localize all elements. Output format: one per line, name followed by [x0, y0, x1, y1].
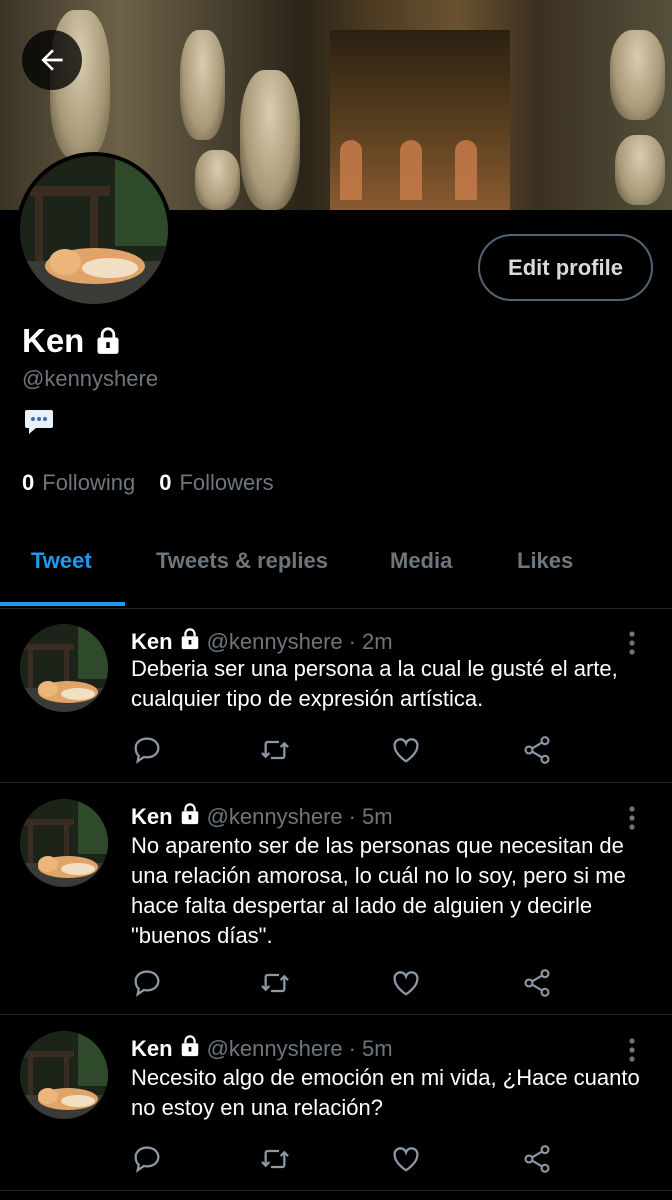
- tweet-author-name: Ken: [131, 804, 173, 829]
- speech-bubble-emoji: [24, 408, 54, 441]
- tweet-text: No aparento ser de las personas que nece…: [131, 833, 626, 948]
- retweet-icon[interactable]: [259, 734, 291, 766]
- arrow-left-icon: [41, 49, 63, 71]
- profile-name-row: Ken: [22, 322, 122, 360]
- reply-icon[interactable]: [131, 967, 163, 999]
- banner-statue: [615, 135, 665, 205]
- tweet-actions: [131, 1143, 571, 1175]
- profile-handle: @kennyshere: [22, 366, 159, 391]
- heart-icon[interactable]: [390, 734, 422, 766]
- banner-window: [340, 140, 362, 200]
- banner-statue: [180, 30, 225, 140]
- tweet-separator: ·: [348, 1036, 356, 1061]
- tweet-separator: ·: [348, 629, 356, 654]
- tweet-author-handle: @kennyshere: [206, 804, 343, 829]
- active-tab-indicator: [0, 602, 125, 606]
- tweet-avatar[interactable]: [20, 624, 108, 712]
- followers-count: 0: [159, 470, 172, 495]
- banner-statue: [195, 150, 240, 210]
- share-icon[interactable]: [521, 1143, 553, 1175]
- profile-stats: 0 Following 0 Followers: [22, 470, 274, 496]
- banner-statue: [240, 70, 300, 210]
- tab-tweet[interactable]: Tweet: [31, 548, 92, 574]
- tweet-author-name: Ken: [131, 629, 173, 654]
- more-vertical-icon[interactable]: [620, 803, 644, 833]
- tweet-header: Ken @kennyshere · 5m: [131, 803, 393, 831]
- lock-icon: [179, 628, 201, 656]
- lock-icon: [97, 327, 119, 354]
- more-vertical-icon[interactable]: [620, 1035, 644, 1065]
- tweet-item[interactable]: Ken @kennyshere · 5m Necesito algo de em…: [0, 1015, 672, 1191]
- profile-name: Ken: [22, 322, 85, 359]
- tweet-text: Deberia ser una persona a la cual le gus…: [131, 656, 618, 711]
- tweet-header: Ken @kennyshere · 2m: [131, 628, 393, 656]
- tweet-author-name: Ken: [131, 1036, 173, 1061]
- following-link[interactable]: 0 Following: [22, 470, 135, 496]
- reply-icon[interactable]: [131, 1143, 163, 1175]
- heart-icon[interactable]: [390, 1143, 422, 1175]
- tweet-header: Ken @kennyshere · 5m: [131, 1035, 393, 1063]
- tab-tweets-replies[interactable]: Tweets & replies: [156, 548, 328, 574]
- banner-statue: [610, 30, 665, 120]
- reply-icon[interactable]: [131, 734, 163, 766]
- tweet-avatar[interactable]: [20, 1031, 108, 1119]
- following-count: 0: [22, 470, 35, 495]
- back-button[interactable]: [22, 30, 82, 90]
- tweet-time: 2m: [361, 629, 393, 654]
- tweet-time: 5m: [361, 804, 393, 829]
- banner-window: [400, 140, 422, 200]
- cat-photo: [20, 156, 168, 304]
- followers-link[interactable]: 0 Followers: [159, 470, 273, 496]
- tweet-item[interactable]: Ken @kennyshere · 5m No aparento ser de …: [0, 783, 672, 1015]
- tab-media[interactable]: Media: [390, 548, 452, 574]
- edit-profile-button[interactable]: Edit profile: [478, 234, 653, 301]
- following-label: Following: [42, 470, 136, 495]
- share-icon[interactable]: [521, 734, 553, 766]
- heart-icon[interactable]: [390, 967, 422, 999]
- tweet-actions: [131, 967, 571, 999]
- tab-likes[interactable]: Likes: [517, 548, 573, 574]
- lock-icon: [179, 803, 201, 831]
- tweet-author-handle: @kennyshere: [206, 629, 343, 654]
- tweet-avatar[interactable]: [20, 799, 108, 887]
- followers-label: Followers: [179, 470, 274, 495]
- tweet-author-handle: @kennyshere: [206, 1036, 343, 1061]
- banner-window: [455, 140, 477, 200]
- tweet-time: 5m: [361, 1036, 393, 1061]
- tweet-text: Necesito algo de emoción en mi vida, ¿Ha…: [131, 1065, 640, 1120]
- profile-tabs: Tweet Tweets & replies Media Likes: [0, 530, 672, 609]
- lock-icon: [179, 1035, 201, 1063]
- retweet-icon[interactable]: [259, 967, 291, 999]
- tweet-separator: ·: [348, 804, 356, 829]
- tweet-actions: [131, 734, 571, 766]
- tweet-item[interactable]: Ken @kennyshere · 2m Deberia ser una per…: [0, 608, 672, 783]
- profile-avatar[interactable]: [16, 152, 172, 308]
- share-icon[interactable]: [521, 967, 553, 999]
- retweet-icon[interactable]: [259, 1143, 291, 1175]
